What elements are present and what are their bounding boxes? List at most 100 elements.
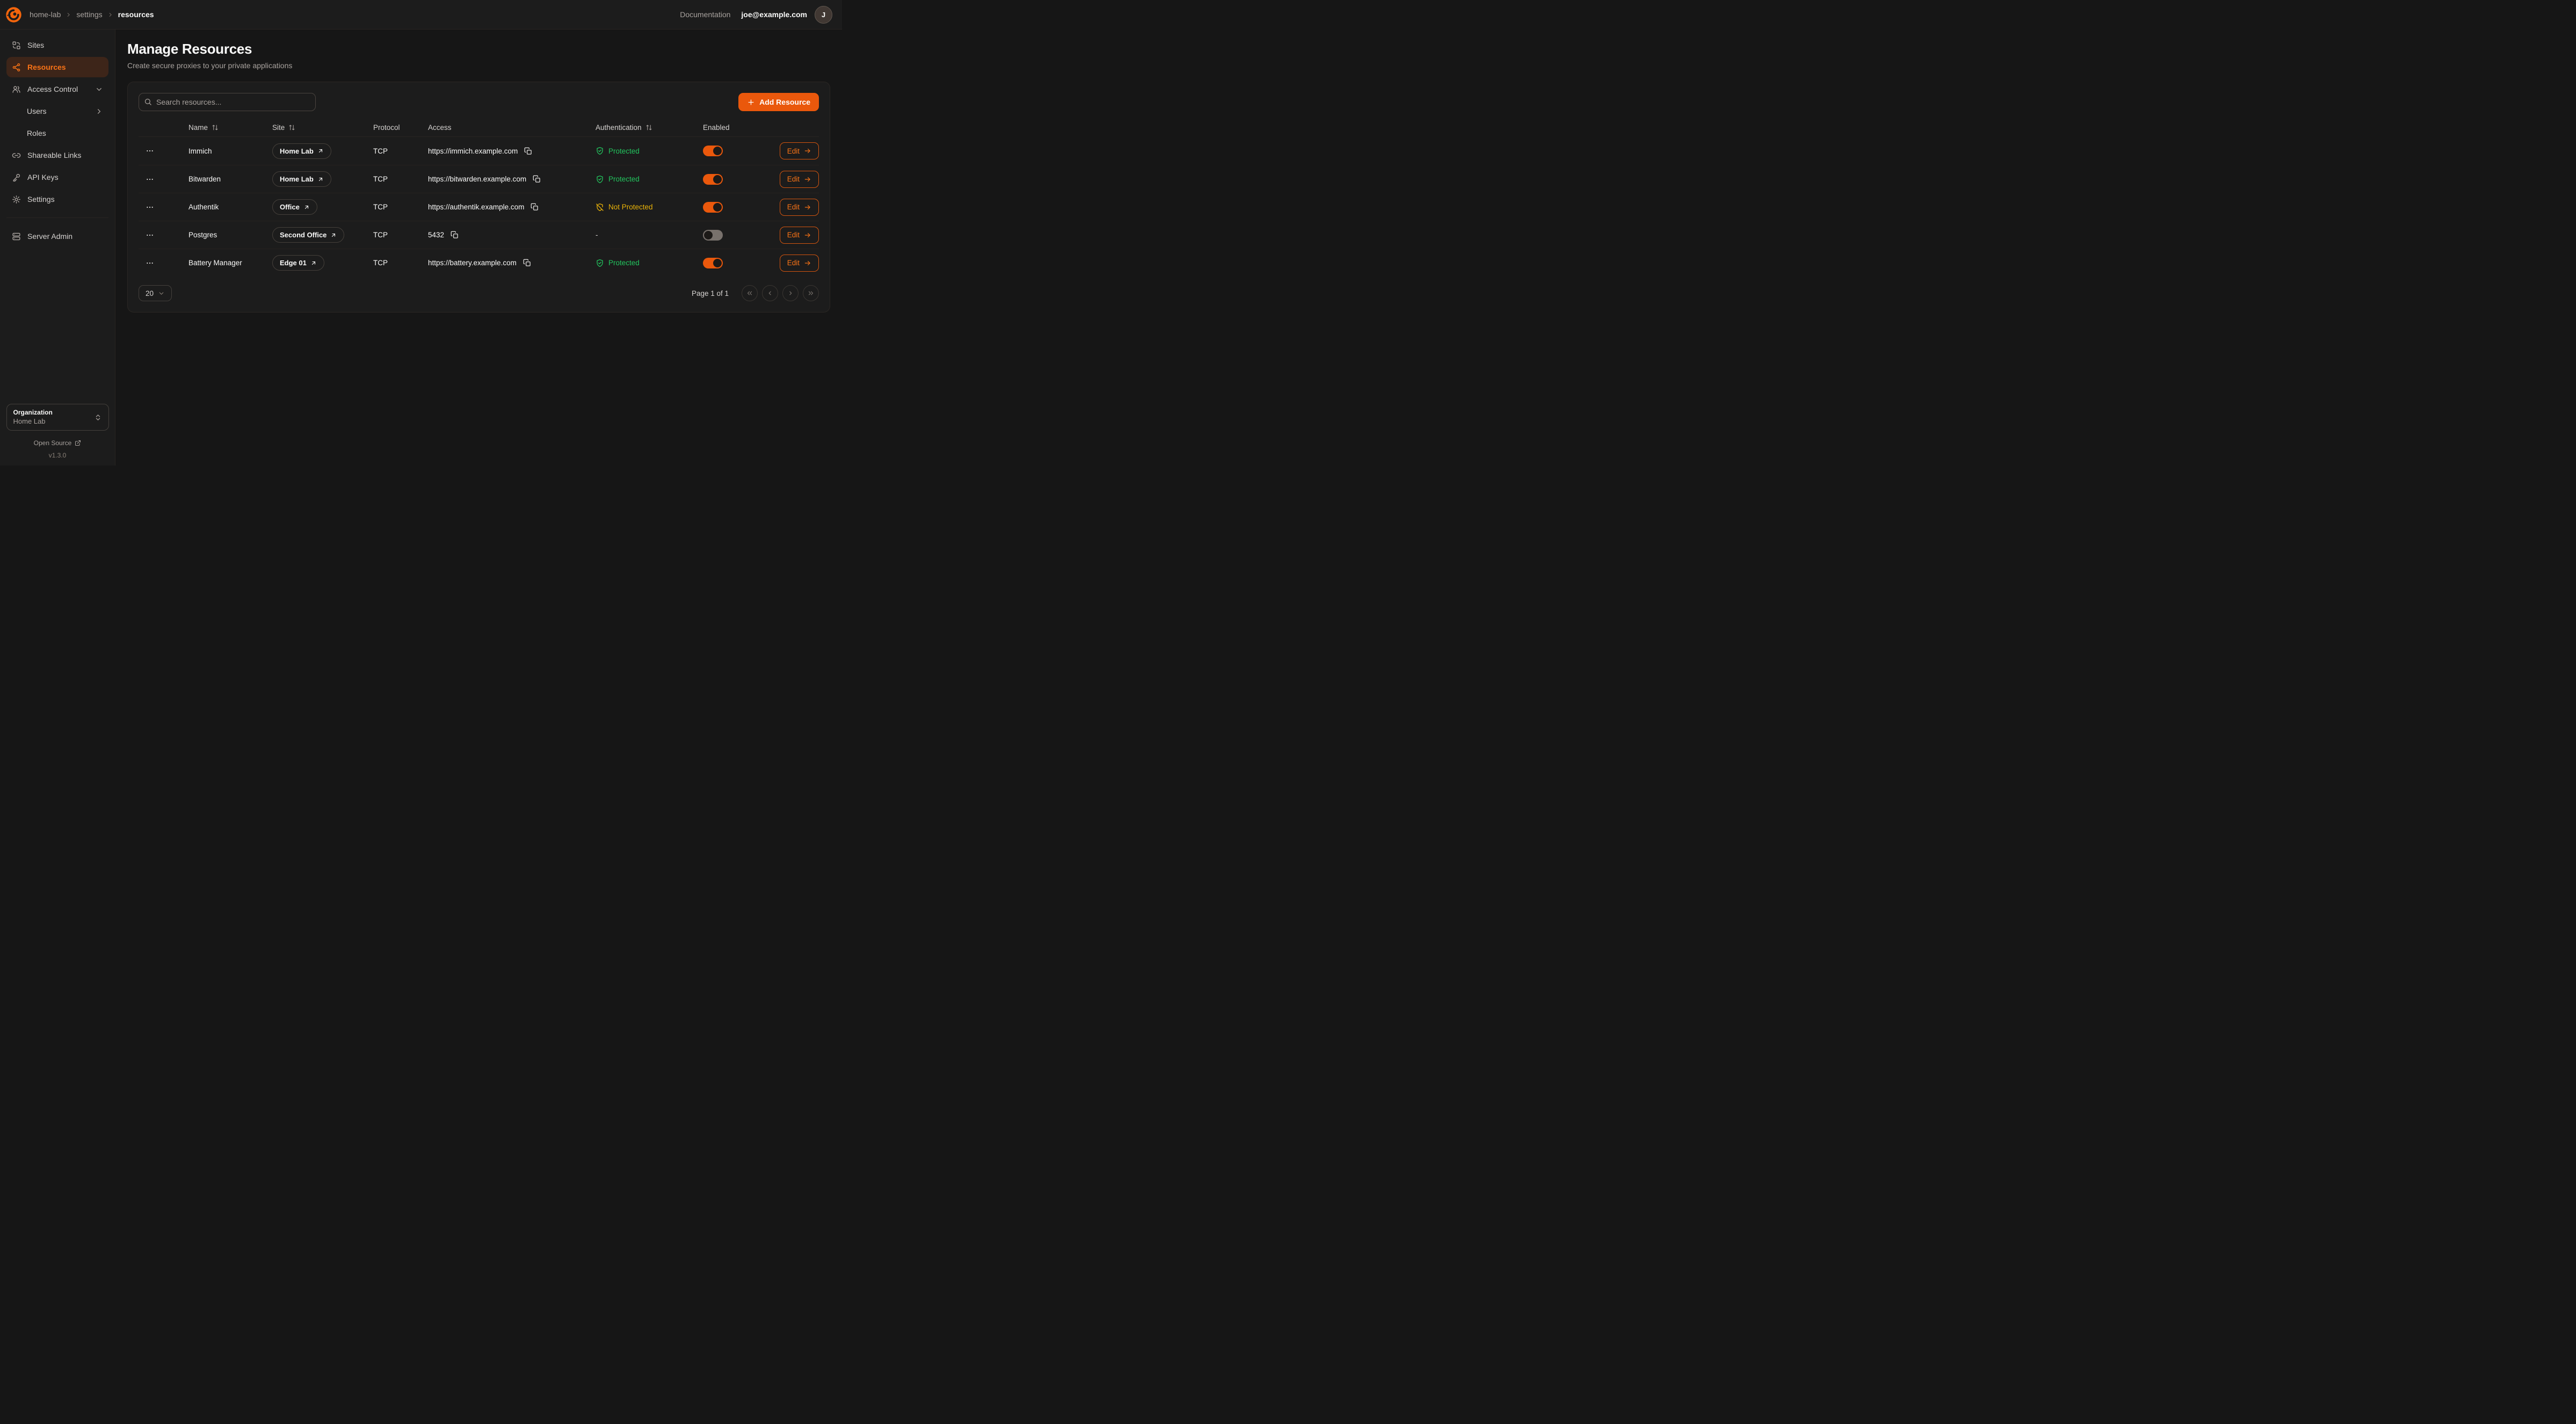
first-page-button[interactable] [742, 285, 758, 301]
card-toolbar: Add Resource [139, 93, 819, 111]
enabled-cell [703, 146, 777, 156]
resource-name-cell: Authentik [188, 203, 272, 211]
column-label: Enabled [703, 123, 730, 132]
row-menu-button[interactable] [143, 201, 156, 214]
column-enabled: Enabled [703, 123, 777, 132]
edit-label: Edit [787, 175, 800, 183]
enabled-toggle[interactable] [703, 258, 723, 268]
protocol-cell: TCP [373, 147, 428, 155]
enabled-toggle[interactable] [703, 230, 723, 241]
breadcrumb-settings[interactable]: settings [76, 10, 102, 19]
sidebar-item-sites[interactable]: Sites [6, 35, 108, 55]
edit-button[interactable]: Edit [780, 171, 819, 188]
page-size-select[interactable]: 20 [139, 285, 172, 301]
protocol-cell: TCP [373, 175, 428, 183]
edit-button[interactable]: Edit [780, 255, 819, 272]
copy-button[interactable] [531, 173, 542, 185]
prev-page-button[interactable] [762, 285, 778, 301]
table-row: Bitwarden Home Lab TCP https://bitwarden… [139, 165, 819, 193]
open-source-link[interactable]: Open Source [34, 439, 82, 447]
arrow-up-right-icon [330, 232, 337, 238]
gear-icon [12, 195, 21, 204]
edit-button[interactable]: Edit [780, 199, 819, 216]
auth-cell: Not Protected [596, 203, 703, 212]
protocol-cell: TCP [373, 203, 428, 211]
avatar[interactable]: J [815, 6, 832, 24]
column-label: Site [272, 123, 285, 132]
arrow-up-right-icon [317, 148, 324, 154]
site-label: Office [280, 203, 300, 211]
sidebar-item-roles[interactable]: Roles [6, 123, 108, 143]
copy-button[interactable] [523, 146, 534, 157]
site-link[interactable]: Home Lab [272, 171, 331, 187]
app-version: v1.3.0 [49, 452, 67, 459]
arrow-up-right-icon [310, 260, 317, 266]
enabled-toggle[interactable] [703, 146, 723, 156]
resource-name-cell: Immich [188, 147, 272, 155]
chevron-right-icon [107, 11, 114, 18]
column-authentication[interactable]: Authentication [596, 123, 703, 132]
chevron-down-icon [95, 85, 103, 93]
edit-label: Edit [787, 203, 800, 211]
auth-cell: Protected [596, 175, 703, 184]
table-row: Battery Manager Edge 01 TCP https://batt… [139, 249, 819, 277]
sidebar-item-label: Server Admin [27, 232, 72, 241]
copy-button[interactable] [449, 229, 460, 241]
copy-button[interactable] [521, 257, 533, 268]
add-resource-button[interactable]: Add Resource [738, 93, 819, 111]
enabled-toggle[interactable] [703, 202, 723, 213]
arrow-right-icon [804, 231, 811, 239]
user-email[interactable]: joe@example.com [741, 10, 807, 19]
sidebar-item-shareable-links[interactable]: Shareable Links [6, 145, 108, 165]
row-menu-button[interactable] [143, 229, 156, 242]
row-actions-cell [139, 144, 188, 157]
resource-name-cell: Postgres [188, 231, 272, 239]
site-link[interactable]: Home Lab [272, 143, 331, 159]
sidebar: Sites Resources Access Control Users [0, 30, 115, 466]
site-link[interactable]: Second Office [272, 227, 344, 243]
copy-icon [451, 231, 459, 239]
page-info: Page 1 of 1 [692, 289, 729, 297]
column-protocol: Protocol [373, 123, 428, 132]
copy-button[interactable] [529, 201, 540, 213]
sidebar-item-label: Resources [27, 63, 66, 71]
pagination: Page 1 of 1 [692, 285, 819, 301]
sidebar-item-api-keys[interactable]: API Keys [6, 167, 108, 187]
sidebar-item-users[interactable]: Users [6, 101, 108, 121]
sidebar-item-label: Shareable Links [27, 151, 81, 159]
last-page-button[interactable] [803, 285, 819, 301]
sidebar-item-resources[interactable]: Resources [6, 57, 108, 77]
site-label: Home Lab [280, 175, 314, 183]
documentation-link[interactable]: Documentation [680, 10, 730, 19]
row-menu-button[interactable] [143, 173, 156, 186]
sidebar-item-label: Access Control [27, 85, 78, 93]
column-site[interactable]: Site [272, 123, 373, 132]
sidebar-item-server-admin[interactable]: Server Admin [6, 226, 108, 246]
site-link[interactable]: Office [272, 199, 317, 215]
auth-label: Protected [608, 147, 640, 155]
sidebar-item-access-control[interactable]: Access Control [6, 79, 108, 99]
sidebar-item-label: API Keys [27, 173, 59, 181]
enabled-toggle[interactable] [703, 174, 723, 185]
resources-icon [12, 63, 21, 72]
card-footer: 20 Page 1 of 1 [139, 285, 819, 301]
server-icon [12, 232, 21, 241]
sites-icon [12, 41, 21, 50]
chevron-down-icon [158, 290, 165, 297]
row-menu-button[interactable] [143, 144, 156, 157]
sidebar-item-settings[interactable]: Settings [6, 189, 108, 209]
next-page-button[interactable] [782, 285, 799, 301]
edit-button[interactable]: Edit [780, 142, 819, 159]
resource-name: Bitwarden [188, 175, 221, 183]
auth-status: Protected [596, 175, 640, 184]
page-title: Manage Resources [127, 41, 830, 57]
edit-label: Edit [787, 231, 800, 239]
site-link[interactable]: Edge 01 [272, 255, 324, 271]
column-name[interactable]: Name [188, 123, 272, 132]
edit-cell: Edit [777, 199, 819, 216]
row-menu-button[interactable] [143, 257, 156, 270]
edit-button[interactable]: Edit [780, 227, 819, 244]
breadcrumb-org[interactable]: home-lab [30, 10, 61, 19]
organization-select[interactable]: Organization Home Lab [6, 404, 109, 431]
search-input[interactable] [139, 93, 316, 111]
